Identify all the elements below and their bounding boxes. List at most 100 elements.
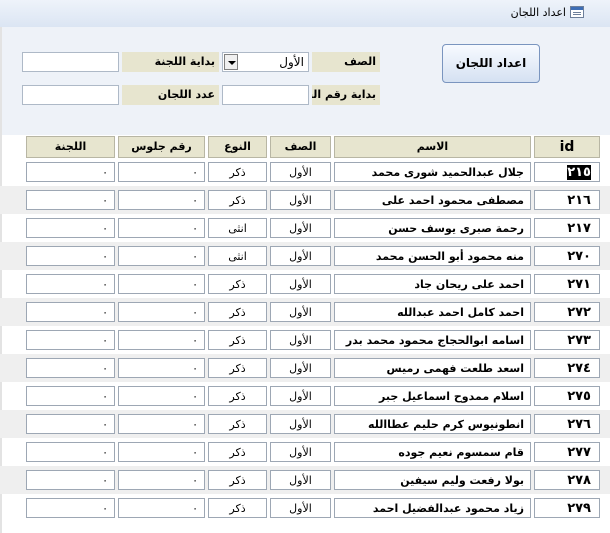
- committee-start-input[interactable]: [22, 52, 119, 72]
- cell-seat[interactable]: ٠: [118, 274, 205, 294]
- cell-gender[interactable]: ذكر: [208, 386, 267, 406]
- cell-id[interactable]: ٢٧٩: [534, 498, 600, 518]
- cell-committee[interactable]: ٠: [26, 330, 115, 350]
- table-row[interactable]: ٠ ٠ ذكر الأول احمد على ريحان جاد ٢٧١: [0, 270, 610, 298]
- cell-name[interactable]: اسعد طلعت فهمى رميس: [334, 358, 531, 378]
- class-select[interactable]: الأول: [222, 52, 309, 72]
- cell-class[interactable]: الأول: [270, 386, 331, 406]
- column-header-committee[interactable]: اللجنة: [26, 136, 115, 158]
- seat-start-input[interactable]: [222, 85, 309, 105]
- column-header-id[interactable]: id: [534, 136, 600, 158]
- cell-id[interactable]: ٢٧٣: [534, 330, 600, 350]
- cell-class[interactable]: الأول: [270, 358, 331, 378]
- cell-gender[interactable]: انثى: [208, 246, 267, 266]
- cell-id[interactable]: ٢٧٨: [534, 470, 600, 490]
- committee-count-input[interactable]: [22, 85, 119, 105]
- cell-committee[interactable]: ٠: [26, 162, 115, 182]
- cell-name[interactable]: مصطفى محمود احمد على: [334, 190, 531, 210]
- cell-committee[interactable]: ٠: [26, 470, 115, 490]
- column-header-gender[interactable]: النوع: [208, 136, 267, 158]
- cell-id[interactable]: ٢١٦: [534, 190, 600, 210]
- table-row[interactable]: ٠ ٠ انثى الأول رحمة صبرى يوسف حسن ٢١٧: [0, 214, 610, 242]
- cell-name[interactable]: بولا رفعت وليم سيفين: [334, 470, 531, 490]
- cell-class[interactable]: الأول: [270, 218, 331, 238]
- cell-gender[interactable]: ذكر: [208, 330, 267, 350]
- cell-committee[interactable]: ٠: [26, 246, 115, 266]
- cell-name[interactable]: جلال عبدالحميد شورى محمد: [334, 162, 531, 182]
- cell-seat[interactable]: ٠: [118, 386, 205, 406]
- table-row[interactable]: ٠ ٠ ذكر الأول اسلام ممدوح اسماعيل جبر ٢٧٥: [0, 382, 610, 410]
- cell-gender[interactable]: ذكر: [208, 162, 267, 182]
- cell-gender[interactable]: ذكر: [208, 442, 267, 462]
- cell-name[interactable]: احمد على ريحان جاد: [334, 274, 531, 294]
- table-row[interactable]: ٠ ٠ ذكر الأول زياد محمود عبدالفضيل احمد ٢٧٩: [0, 494, 610, 522]
- cell-committee[interactable]: ٠: [26, 218, 115, 238]
- cell-gender[interactable]: ذكر: [208, 190, 267, 210]
- cell-seat[interactable]: ٠: [118, 190, 205, 210]
- cell-seat[interactable]: ٠: [118, 162, 205, 182]
- cell-id[interactable]: ٢٧٢: [534, 302, 600, 322]
- chevron-down-icon[interactable]: [224, 54, 238, 70]
- prepare-committees-button[interactable]: اعداد اللجان: [442, 44, 540, 83]
- cell-seat[interactable]: ٠: [118, 442, 205, 462]
- table-row[interactable]: ٠ ٠ ذكر الأول جلال عبدالحميد شورى محمد ٢١٥: [0, 158, 610, 186]
- cell-gender[interactable]: ذكر: [208, 274, 267, 294]
- table-row[interactable]: ٠ ٠ ذكر الأول احمد كامل احمد عبدالله ٢٧٢: [0, 298, 610, 326]
- cell-gender[interactable]: ذكر: [208, 302, 267, 322]
- cell-name[interactable]: منه محمود أبو الحسن محمد: [334, 246, 531, 266]
- cell-id[interactable]: ٢٧٤: [534, 358, 600, 378]
- cell-committee[interactable]: ٠: [26, 190, 115, 210]
- cell-name[interactable]: قام سمسوم نعيم جوده: [334, 442, 531, 462]
- cell-seat[interactable]: ٠: [118, 358, 205, 378]
- cell-committee[interactable]: ٠: [26, 358, 115, 378]
- cell-name[interactable]: زياد محمود عبدالفضيل احمد: [334, 498, 531, 518]
- cell-name[interactable]: اسلام ممدوح اسماعيل جبر: [334, 386, 531, 406]
- cell-class[interactable]: الأول: [270, 274, 331, 294]
- table-row[interactable]: ٠ ٠ انثى الأول منه محمود أبو الحسن محمد ٢٧٠: [0, 242, 610, 270]
- table-row[interactable]: ٠ ٠ ذكر الأول قام سمسوم نعيم جوده ٢٧٧: [0, 438, 610, 466]
- cell-gender[interactable]: انثى: [208, 218, 267, 238]
- cell-name[interactable]: اسامه ابوالحجاج محمود محمد بدر: [334, 330, 531, 350]
- cell-seat[interactable]: ٠: [118, 218, 205, 238]
- cell-class[interactable]: الأول: [270, 330, 331, 350]
- cell-gender[interactable]: ذكر: [208, 414, 267, 434]
- cell-class[interactable]: الأول: [270, 302, 331, 322]
- cell-class[interactable]: الأول: [270, 190, 331, 210]
- column-header-seat[interactable]: رقم جلوس: [118, 136, 205, 158]
- table-row[interactable]: ٠ ٠ ذكر الأول بولا رفعت وليم سيفين ٢٧٨: [0, 466, 610, 494]
- cell-committee[interactable]: ٠: [26, 386, 115, 406]
- table-row[interactable]: ٠ ٠ ذكر الأول انطونيوس كرم حليم عطاالله ٢٧٦: [0, 410, 610, 438]
- cell-committee[interactable]: ٠: [26, 414, 115, 434]
- cell-seat[interactable]: ٠: [118, 414, 205, 434]
- cell-gender[interactable]: ذكر: [208, 470, 267, 490]
- cell-committee[interactable]: ٠: [26, 442, 115, 462]
- cell-class[interactable]: الأول: [270, 162, 331, 182]
- cell-id[interactable]: ٢١٥: [534, 162, 600, 182]
- cell-id[interactable]: ٢١٧: [534, 218, 600, 238]
- cell-class[interactable]: الأول: [270, 470, 331, 490]
- cell-gender[interactable]: ذكر: [208, 358, 267, 378]
- cell-id[interactable]: ٢٧٦: [534, 414, 600, 434]
- cell-seat[interactable]: ٠: [118, 498, 205, 518]
- cell-seat[interactable]: ٠: [118, 302, 205, 322]
- table-row[interactable]: ٠ ٠ ذكر الأول اسعد طلعت فهمى رميس ٢٧٤: [0, 354, 610, 382]
- cell-id[interactable]: ٢٧٥: [534, 386, 600, 406]
- cell-id[interactable]: ٢٧١: [534, 274, 600, 294]
- column-header-name[interactable]: الاسم: [334, 136, 531, 158]
- cell-committee[interactable]: ٠: [26, 302, 115, 322]
- cell-class[interactable]: الأول: [270, 246, 331, 266]
- cell-name[interactable]: احمد كامل احمد عبدالله: [334, 302, 531, 322]
- table-row[interactable]: ٠ ٠ ذكر الأول مصطفى محمود احمد على ٢١٦: [0, 186, 610, 214]
- cell-seat[interactable]: ٠: [118, 246, 205, 266]
- cell-class[interactable]: الأول: [270, 442, 331, 462]
- cell-class[interactable]: الأول: [270, 498, 331, 518]
- cell-id[interactable]: ٢٧٧: [534, 442, 600, 462]
- cell-seat[interactable]: ٠: [118, 330, 205, 350]
- cell-committee[interactable]: ٠: [26, 498, 115, 518]
- cell-name[interactable]: رحمة صبرى يوسف حسن: [334, 218, 531, 238]
- column-header-class[interactable]: الصف: [270, 136, 331, 158]
- cell-class[interactable]: الأول: [270, 414, 331, 434]
- cell-id[interactable]: ٢٧٠: [534, 246, 600, 266]
- cell-seat[interactable]: ٠: [118, 470, 205, 490]
- table-row[interactable]: ٠ ٠ ذكر الأول اسامه ابوالحجاج محمود محمد بدر…: [0, 326, 610, 354]
